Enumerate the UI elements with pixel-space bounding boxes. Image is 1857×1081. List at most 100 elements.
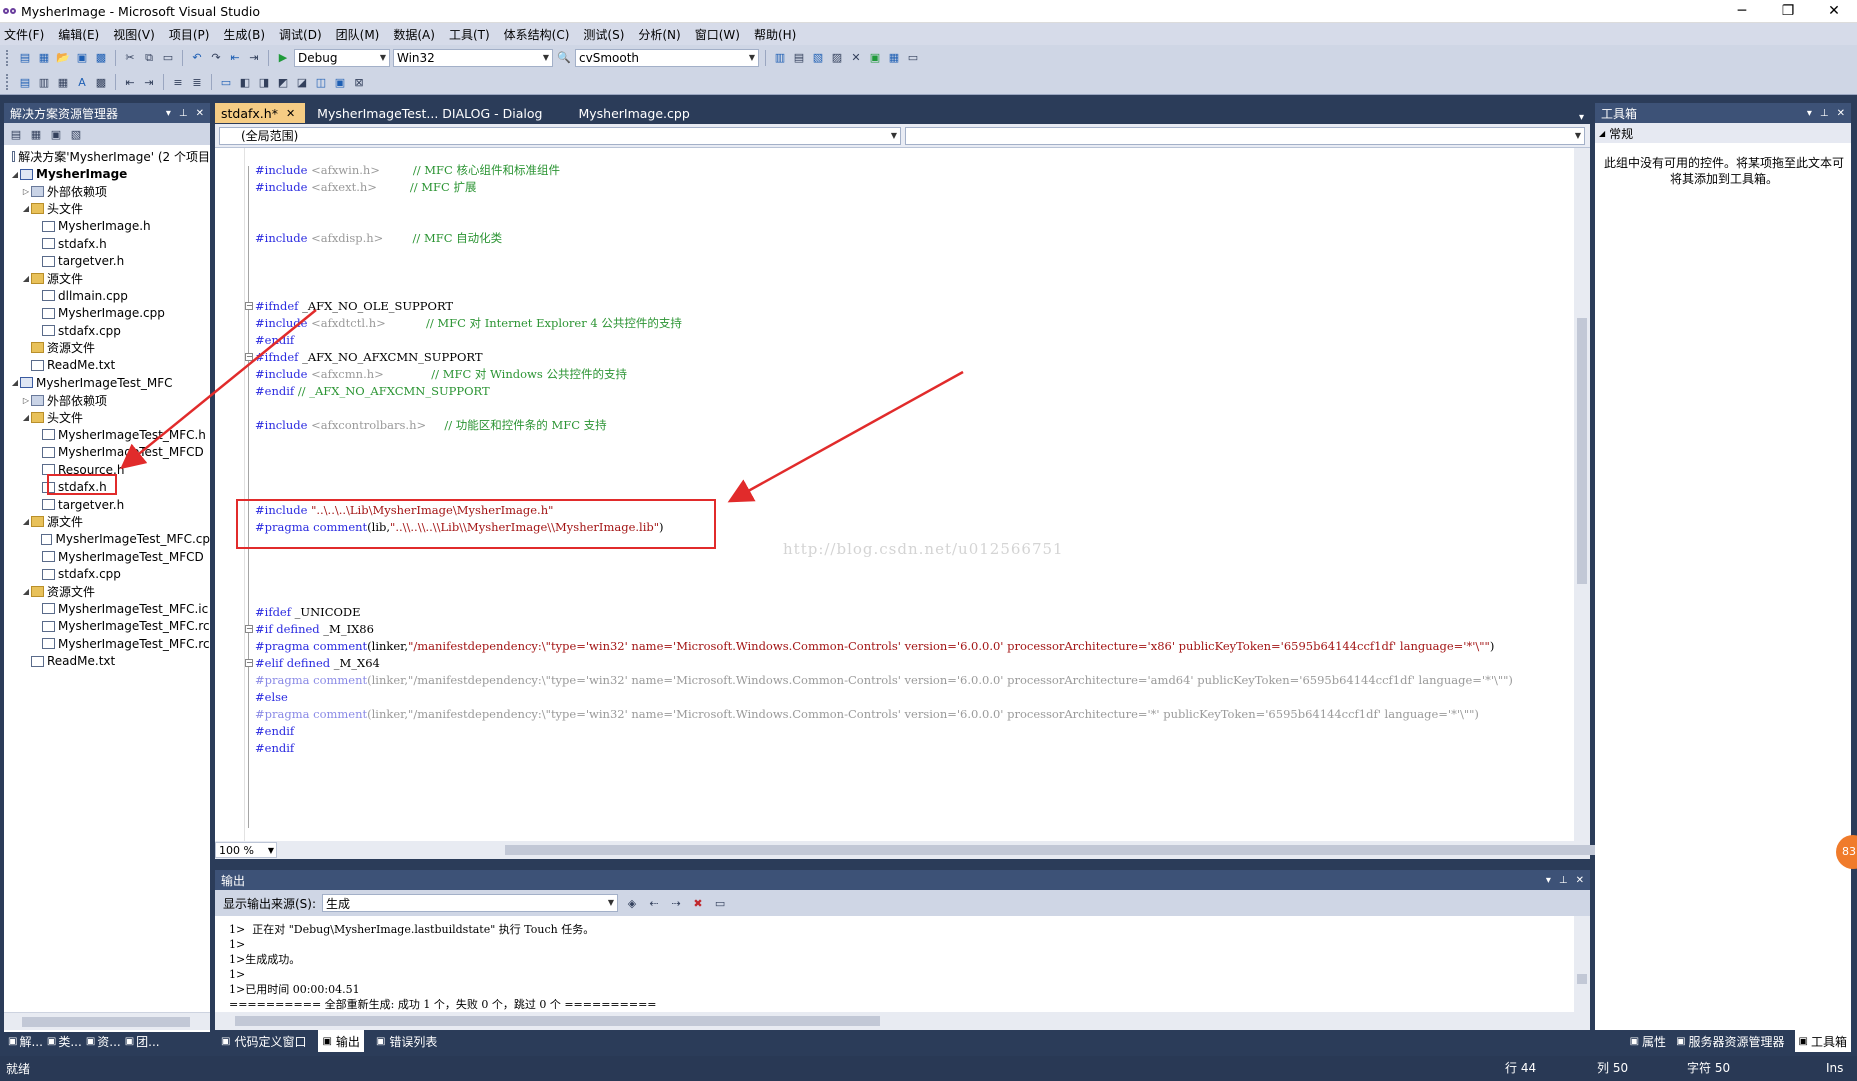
new-project-icon[interactable]: ▤ (17, 50, 33, 66)
fold-toggle-icon[interactable]: − (245, 353, 253, 361)
tree-item[interactable]: ◢ 源文件 (4, 270, 210, 287)
left-tab-0[interactable]: ▣ 解... (8, 1033, 43, 1050)
navigate-backward-icon[interactable]: ⇤ (227, 50, 243, 66)
refresh-icon[interactable]: ▣ (48, 126, 64, 142)
dropdown-icon[interactable]: ▾ (1807, 108, 1812, 119)
code-editor[interactable]: #include <afxwin.h> // MFC 核心组件和标准组件 #inc… (215, 148, 1574, 841)
menu-item-3[interactable]: 项目(P) (169, 26, 210, 43)
start-page-icon[interactable]: ▦ (886, 50, 902, 66)
expander-icon[interactable]: ▷ (21, 396, 31, 405)
display-object-member-list-icon[interactable]: ▤ (17, 74, 33, 90)
menu-item-2[interactable]: 视图(V) (113, 26, 155, 43)
menu-item-11[interactable]: 分析(N) (638, 26, 680, 43)
output-text[interactable]: 1> 正在对 "Debug\MysherImage.lastbuildstate… (215, 916, 1574, 1012)
right-tab-2[interactable]: ▣ 工具箱 (1794, 1030, 1851, 1052)
dropdown-icon[interactable]: ▾ (1546, 875, 1551, 886)
expander-icon[interactable]: ◢ (21, 587, 31, 596)
expander-icon[interactable]: ◢ (21, 204, 31, 213)
tree-item[interactable]: MysherImageTest_MFC.ic (4, 600, 210, 617)
navigate-forward-icon[interactable]: ⇥ (246, 50, 262, 66)
properties-icon[interactable]: ▤ (8, 126, 24, 142)
tree-item[interactable]: ◢ 头文件 (4, 200, 210, 217)
tree-item[interactable]: stdafx.h (4, 235, 210, 252)
toolbox-icon[interactable]: ▨ (829, 50, 845, 66)
decrease-indent-icon[interactable]: ⇤ (122, 74, 138, 90)
bottom-tab-2[interactable]: ▣ 错误列表 (376, 1033, 437, 1050)
expander-icon[interactable]: ◢ (10, 378, 20, 387)
window-layout-icon[interactable]: ▭ (905, 50, 921, 66)
expander-icon[interactable]: ◢ (21, 517, 31, 526)
tree-item[interactable]: MysherImageTest_MFCD (4, 548, 210, 565)
output-source-select[interactable]: 生成 ▼ (322, 894, 619, 912)
previous-bookmark-doc-icon[interactable]: ◫ (313, 74, 329, 90)
menu-item-6[interactable]: 团队(M) (336, 26, 380, 43)
fold-toggle-icon[interactable]: − (245, 302, 253, 310)
undo-icon[interactable]: ↶ (189, 50, 205, 66)
member-select[interactable]: ▼ (905, 126, 1585, 145)
solution-horizontal-scrollbar[interactable] (4, 1012, 210, 1030)
toolbox-section-general[interactable]: ◢ 常规 (1595, 123, 1851, 143)
next-bookmark-folder-icon[interactable]: ◪ (294, 74, 310, 90)
tree-item[interactable]: MysherImage.h (4, 218, 210, 235)
paste-icon[interactable]: ▭ (160, 50, 176, 66)
close-panel-icon[interactable]: ✕ (196, 108, 204, 119)
restore-button[interactable]: ❐ (1765, 0, 1811, 23)
properties-icon[interactable]: ▤ (791, 50, 807, 66)
left-tab-1[interactable]: ▣ 类... (47, 1033, 82, 1050)
menu-item-13[interactable]: 帮助(H) (754, 26, 796, 43)
editor-horizontal-scrollbar[interactable] (505, 845, 1597, 855)
view-class-diagram-icon[interactable]: ▧ (68, 126, 84, 142)
menu-item-7[interactable]: 数据(A) (393, 26, 435, 43)
cut-icon[interactable]: ✂ (122, 50, 138, 66)
fold-toggle-icon[interactable]: − (245, 659, 253, 667)
clear-all-icon[interactable]: ✖ (690, 895, 706, 911)
close-tab-icon[interactable]: ✕ (286, 107, 295, 120)
complete-word-icon[interactable]: A (74, 74, 90, 90)
bottom-tab-0[interactable]: ▣ 代码定义窗口 (221, 1033, 306, 1050)
menu-item-5[interactable]: 调试(D) (279, 26, 322, 43)
next-bookmark-icon[interactable]: ◨ (256, 74, 272, 90)
output-vertical-scrollbar[interactable] (1574, 916, 1590, 1012)
left-tab-3[interactable]: ▣ 团... (125, 1033, 160, 1050)
expander-icon[interactable]: ◢ (21, 274, 31, 283)
close-panel-icon[interactable]: ✕ (1837, 108, 1845, 119)
tree-item[interactable]: MysherImageTest_MFC.rc (4, 618, 210, 635)
editor-tab-0[interactable]: stdafx.h* ✕ (215, 103, 306, 123)
tree-item[interactable]: MysherImageTest_MFCD (4, 444, 210, 461)
menu-item-9[interactable]: 体系结构(C) (504, 26, 570, 43)
tree-item[interactable]: stdafx.cpp (4, 565, 210, 582)
find-message-icon[interactable]: ◈ (624, 895, 640, 911)
add-item-icon[interactable]: ▦ (36, 50, 52, 66)
tree-item[interactable]: 资源文件 (4, 339, 210, 356)
next-bookmark-doc-icon[interactable]: ▣ (332, 74, 348, 90)
tools-icon[interactable]: ✕ (848, 50, 864, 66)
save-all-icon[interactable]: ▩ (93, 50, 109, 66)
menu-item-1[interactable]: 编辑(E) (58, 26, 99, 43)
fold-toggle-icon[interactable]: − (245, 625, 253, 633)
solution-platform-select[interactable]: Win32 ▼ (393, 48, 553, 67)
tree-item[interactable]: ◢ 头文件 (4, 409, 210, 426)
editor-vertical-scrollbar[interactable] (1574, 148, 1590, 841)
comment-out-icon[interactable]: ≡ (170, 74, 186, 90)
tree-item[interactable]: MysherImageTest_MFC.cp (4, 531, 210, 548)
menu-item-12[interactable]: 窗口(W) (695, 26, 740, 43)
word-wrap-icon[interactable]: ▭ (712, 895, 728, 911)
find-in-files-icon[interactable]: 🔍 (556, 50, 572, 66)
left-tab-2[interactable]: ▣ 资... (86, 1033, 121, 1050)
start-debugging-icon[interactable]: ▶ (275, 50, 291, 66)
display-parameter-info-icon[interactable]: ▥ (36, 74, 52, 90)
tree-item[interactable]: MysherImageTest_MFC.rc (4, 635, 210, 652)
minimize-button[interactable]: ─ (1719, 0, 1765, 23)
zoom-select[interactable]: 100 % ▼ (215, 842, 277, 858)
tree-item[interactable]: ◢ MysherImageTest_MFC (4, 374, 210, 391)
output-horizontal-scrollbar[interactable] (215, 1012, 1590, 1030)
redo-icon[interactable]: ↷ (208, 50, 224, 66)
bottom-tab-1[interactable]: ▣ 输出 (318, 1030, 364, 1052)
close-button[interactable]: ✕ (1811, 0, 1857, 23)
display-quick-info-icon[interactable]: ▦ (55, 74, 71, 90)
show-all-files-icon[interactable]: ▦ (28, 126, 44, 142)
close-panel-icon[interactable]: ✕ (1576, 875, 1584, 886)
tab-overflow-icon[interactable]: ▾ (1579, 112, 1590, 123)
next-message-icon[interactable]: ⇢ (668, 895, 684, 911)
solution-explorer-icon[interactable]: ▥ (772, 50, 788, 66)
